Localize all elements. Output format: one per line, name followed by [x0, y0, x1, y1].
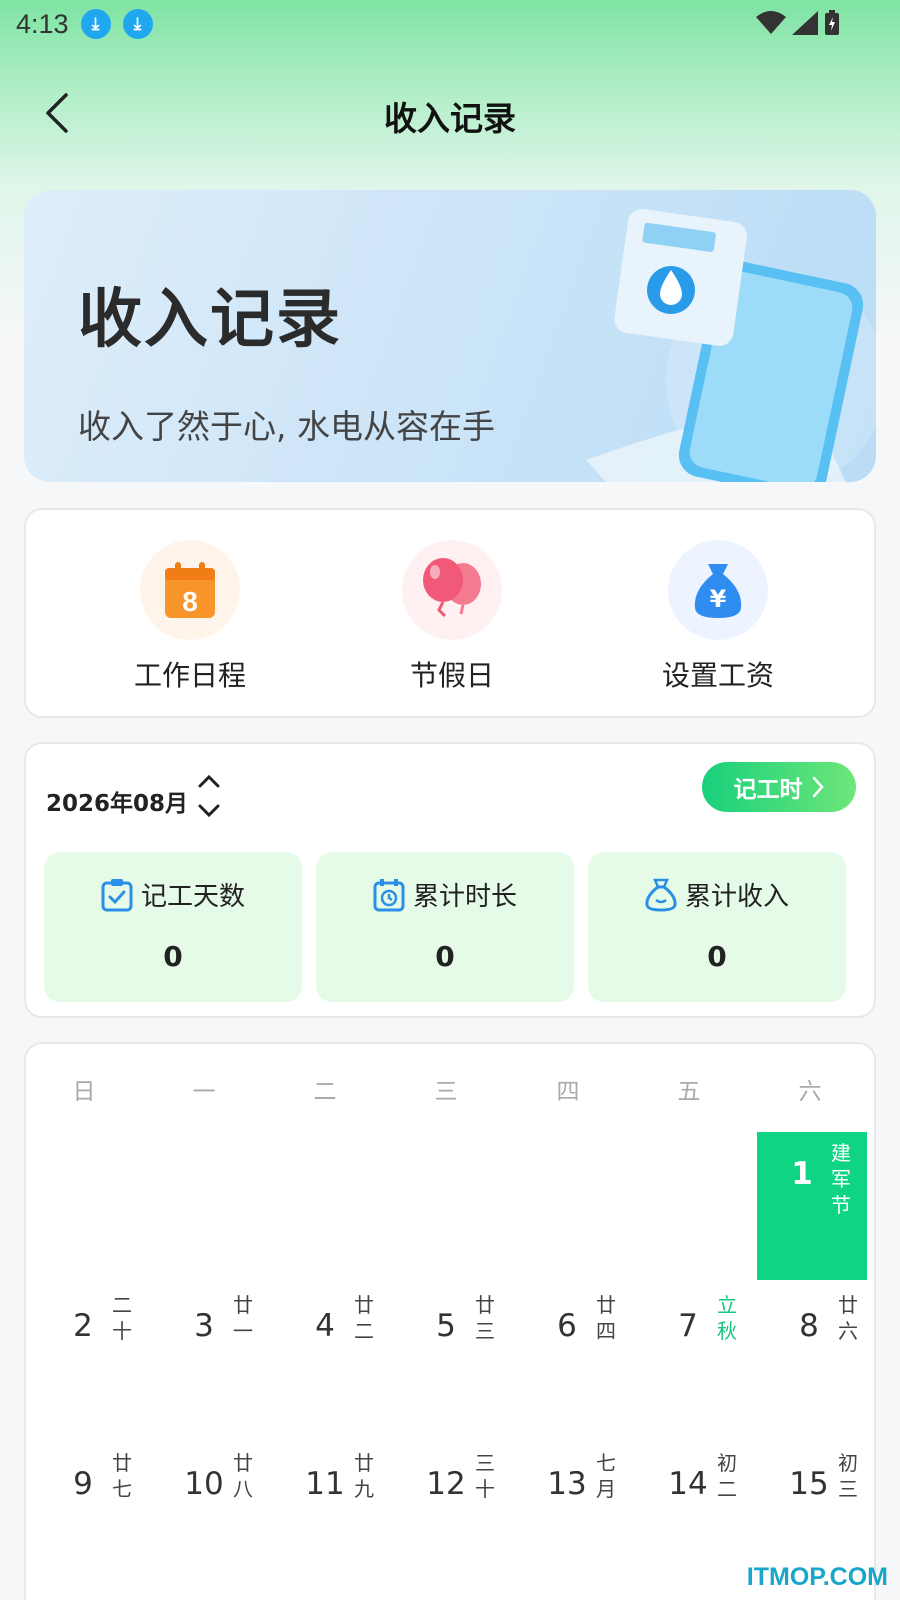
month-label: 2026年08月 — [46, 791, 189, 817]
day-lunar: 立秋 — [717, 1293, 737, 1343]
money-bag-icon — [645, 878, 677, 912]
signal-icon — [792, 11, 818, 35]
chevron-right-icon — [812, 776, 824, 798]
record-hours-button[interactable]: 记工时 — [702, 762, 856, 812]
stats-card: 2026年08月 记工时 记工天数 0 累计时长 0 累计收入 0 — [24, 742, 876, 1018]
day-lunar: 建军节 — [831, 1141, 851, 1217]
day-lunar: 初三 — [838, 1451, 858, 1501]
feature-label: 设置工资 — [661, 659, 774, 692]
feature-label: 工作日程 — [133, 659, 246, 692]
stat-value: 0 — [163, 940, 183, 973]
balloon-icon — [423, 558, 481, 618]
weekday-label: 日 — [72, 1079, 96, 1105]
calendar: 日 一 二 三 四 五 六 1 建军节 2 二十 3 廿一 4 廿二 5 廿三 6 廿四 … — [24, 1042, 876, 1600]
weekday-label: 六 — [798, 1079, 822, 1105]
site-watermark: ITMOP.COM — [746, 1563, 888, 1591]
weekday-label: 五 — [677, 1079, 701, 1105]
calendar-day[interactable]: 6 廿四 — [522, 1284, 632, 1432]
day-lunar: 三十 — [475, 1451, 495, 1501]
weekday-label: 一 — [192, 1079, 216, 1105]
checklist-icon — [101, 878, 133, 911]
stat-label: 累计收入 — [684, 882, 789, 912]
calendar-day[interactable]: 1 建军节 — [757, 1132, 867, 1280]
day-lunar: 廿八 — [233, 1451, 253, 1501]
calendar-day[interactable]: 12 三十 — [401, 1442, 511, 1590]
calendar-day[interactable]: 10 廿八 — [159, 1442, 269, 1590]
feature-holidays[interactable]: 节假日 — [352, 540, 552, 694]
calendar-day[interactable]: 14 初二 — [643, 1442, 753, 1590]
calendar-day[interactable]: 5 廿三 — [401, 1284, 511, 1432]
weekday-label: 四 — [556, 1079, 580, 1105]
battery-icon — [825, 10, 839, 35]
calendar-day[interactable]: 2 二十 — [38, 1284, 148, 1432]
day-lunar: 廿六 — [838, 1293, 858, 1343]
calendar-day[interactable]: 4 廿二 — [280, 1284, 390, 1432]
day-lunar: 廿一 — [233, 1293, 253, 1343]
weekday-label: 二 — [313, 1079, 337, 1105]
calendar-day[interactable]: 8 廿六 — [764, 1284, 874, 1432]
day-lunar: 廿九 — [354, 1451, 374, 1501]
svg-text:¥: ¥ — [710, 585, 727, 613]
feature-work-schedule[interactable]: 8 工作日程 — [90, 540, 290, 694]
hero-banner: 收入记录 收入了然于心, 水电从容在手 — [24, 190, 876, 482]
page-title: 收入记录 — [384, 99, 516, 138]
wifi-icon — [756, 11, 786, 34]
stat-total-income: 累计收入 0 — [588, 852, 846, 1002]
banner-title: 收入记录 — [78, 283, 342, 357]
weekday-label: 三 — [434, 1079, 458, 1105]
money-bag-icon: ¥ — [694, 564, 742, 618]
day-lunar: 初二 — [717, 1451, 737, 1501]
day-lunar: 廿四 — [596, 1293, 616, 1343]
record-hours-label: 记工时 — [733, 777, 803, 803]
day-lunar: 二十 — [112, 1293, 132, 1343]
stat-label: 累计时长 — [412, 882, 517, 912]
download-icon: ⤓ — [122, 9, 153, 39]
download-icon: ⤓ — [80, 9, 111, 39]
status-time: 4:13 — [16, 8, 69, 39]
clock-calendar-icon — [373, 878, 405, 911]
day-lunar: 廿三 — [475, 1293, 495, 1343]
stat-total-hours: 累计时长 0 — [316, 852, 574, 1002]
calendar-day[interactable]: 13 七月 — [522, 1442, 632, 1590]
stat-value: 0 — [435, 940, 455, 973]
stat-value: 0 — [707, 940, 727, 973]
banner-subtitle: 收入了然于心, 水电从容在手 — [78, 407, 495, 446]
day-lunar: 七月 — [596, 1451, 616, 1501]
calendar-icon: 8 — [165, 562, 215, 618]
calendar-day[interactable]: 7 立秋 — [643, 1284, 753, 1432]
stat-work-days: 记工天数 0 — [44, 852, 302, 1002]
status-bar: 4:13 ⤓ ⤓ — [0, 0, 900, 48]
feature-set-salary[interactable]: ¥ 设置工资 — [618, 540, 818, 694]
feature-label: 节假日 — [409, 659, 494, 692]
svg-text:8: 8 — [182, 586, 198, 617]
calendar-day[interactable]: 3 廿一 — [159, 1284, 269, 1432]
feature-shortcuts: 8 工作日程 节假日 ¥ 设置工资 — [24, 508, 876, 718]
day-lunar: 廿七 — [112, 1451, 132, 1501]
phone-meter-illustration — [586, 209, 876, 482]
calendar-day[interactable]: 11 廿九 — [280, 1442, 390, 1590]
stat-label: 记工天数 — [140, 882, 245, 912]
month-switch-arrows[interactable] — [194, 770, 224, 822]
day-lunar: 廿二 — [354, 1293, 374, 1343]
app-header: 收入记录 — [0, 78, 900, 148]
calendar-day[interactable]: 9 廿七 — [38, 1442, 148, 1590]
